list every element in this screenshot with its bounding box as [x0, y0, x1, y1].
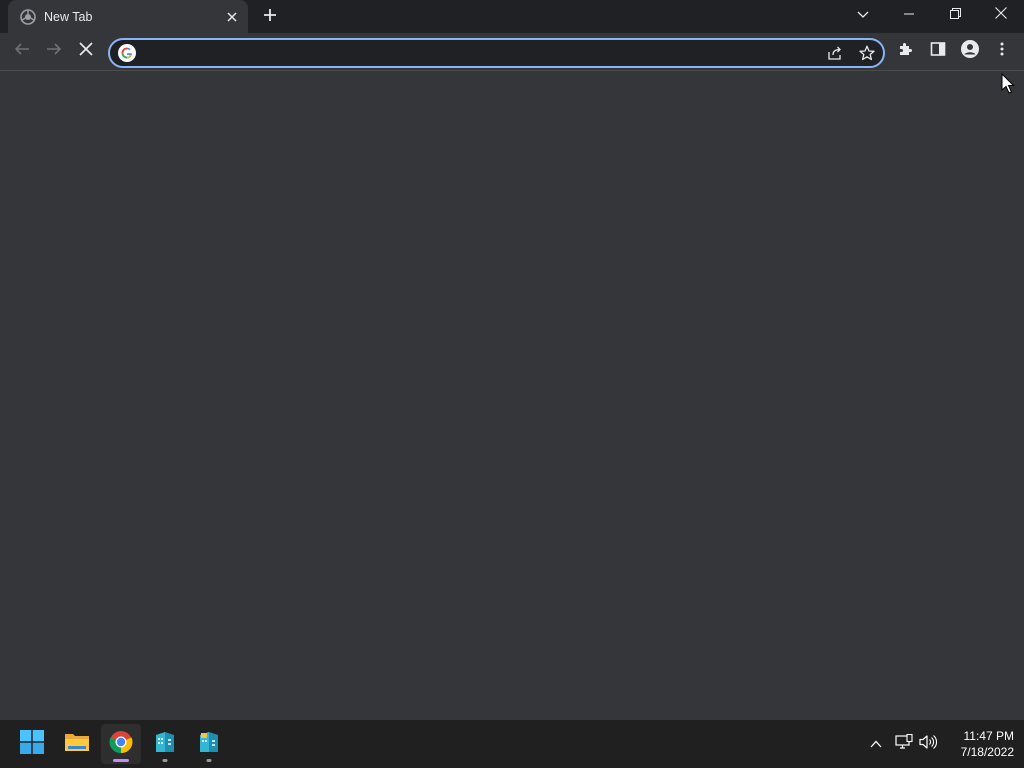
- browser-toolbar: [0, 33, 1024, 71]
- chrome-taskbar-button[interactable]: [101, 724, 141, 764]
- arrow-right-icon: [46, 41, 62, 62]
- person-icon: [961, 39, 979, 63]
- taskbar: 11:47 PM 7/18/2022: [0, 720, 1024, 768]
- address-bar[interactable]: [108, 38, 885, 68]
- minimize-button[interactable]: [886, 0, 932, 30]
- building-icon: [198, 730, 220, 759]
- menu-button[interactable]: [987, 36, 1017, 66]
- volume-icon: [919, 734, 938, 755]
- star-icon[interactable]: [856, 42, 878, 64]
- stop-loading-button[interactable]: [71, 36, 101, 66]
- chrome-icon: [109, 730, 133, 759]
- windows-start-icon: [20, 729, 44, 759]
- page-content: [0, 71, 1024, 720]
- close-icon: [995, 6, 1007, 24]
- network-button[interactable]: [892, 732, 916, 756]
- profile-button[interactable]: [955, 36, 985, 66]
- chevron-down-icon: [857, 6, 869, 24]
- clock-time: 11:47 PM: [963, 729, 1014, 743]
- extensions-button[interactable]: [891, 36, 921, 66]
- new-tab-button[interactable]: [258, 5, 282, 29]
- arrow-left-icon: [14, 41, 30, 62]
- building-icon: [154, 730, 176, 759]
- close-window-button[interactable]: [978, 0, 1024, 30]
- google-icon: [118, 44, 136, 62]
- tab-new-tab[interactable]: New Tab: [8, 0, 248, 33]
- mouse-cursor-icon: [1001, 72, 1015, 95]
- file-explorer-button[interactable]: [57, 724, 97, 764]
- side-panel-icon: [930, 41, 946, 62]
- desktop-screen: New Tab 11:47 PM 7/18/2022: [0, 0, 1024, 768]
- clock-date: 7/18/2022: [960, 745, 1014, 759]
- active-app-indicator: [113, 759, 129, 762]
- restore-button[interactable]: [932, 0, 978, 30]
- restore-icon: [949, 6, 961, 24]
- running-app-indicator: [206, 759, 212, 762]
- chevron-up-icon: [870, 735, 882, 753]
- kebab-menu-icon: [1000, 42, 1004, 61]
- folder-icon: [64, 731, 90, 758]
- tab-search-button[interactable]: [840, 0, 886, 30]
- close-icon: [79, 41, 93, 61]
- show-hidden-icons-button[interactable]: [864, 732, 888, 756]
- chrome-newtab-icon: [20, 9, 36, 25]
- tab-strip: New Tab: [0, 0, 1024, 33]
- forward-button[interactable]: [39, 36, 69, 66]
- share-icon[interactable]: [824, 42, 846, 64]
- network-icon: [895, 733, 913, 755]
- start-button[interactable]: [12, 724, 52, 764]
- app-button-1[interactable]: [145, 724, 185, 764]
- address-input[interactable]: [144, 43, 808, 65]
- plus-icon: [263, 8, 277, 27]
- app-button-2[interactable]: [189, 724, 229, 764]
- volume-button[interactable]: [916, 732, 940, 756]
- side-panel-button[interactable]: [923, 36, 953, 66]
- back-button[interactable]: [7, 36, 37, 66]
- close-icon[interactable]: [223, 8, 241, 26]
- minimize-icon: [904, 6, 914, 24]
- tab-title: New Tab: [44, 10, 93, 24]
- running-app-indicator: [162, 759, 168, 762]
- puzzle-icon: [898, 41, 914, 62]
- clock[interactable]: 11:47 PM 7/18/2022: [942, 728, 1014, 760]
